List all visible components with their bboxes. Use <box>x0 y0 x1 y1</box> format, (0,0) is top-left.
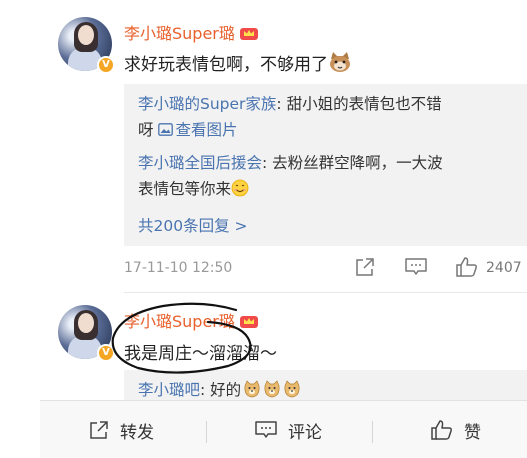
comment-label[interactable]: 评论 <box>288 418 322 443</box>
repost-button[interactable]: 转发 <box>88 401 154 458</box>
reply-separator: : <box>276 95 287 113</box>
post1-username-text[interactable]: 李小璐Super璐 <box>124 24 235 43</box>
comment-icon[interactable] <box>404 256 428 278</box>
post1-timestamp: 17-11-10 12:50 <box>124 260 233 276</box>
verified-v-icon: V <box>97 344 115 362</box>
post2-comment-text: 我是周庄～溜溜溜～ <box>124 344 277 364</box>
toolbar-divider <box>372 421 373 443</box>
reply-text: 呀 <box>138 121 159 139</box>
like-label[interactable]: 赞 <box>464 418 481 443</box>
post1-comment-body: 求好玩表情包啊，不够用了 <box>124 55 328 75</box>
comment-icon <box>255 421 277 438</box>
crown-level-icon <box>239 316 258 328</box>
reply-line: 表情包等你来 <box>138 176 518 202</box>
reply-line: 李小璐的Super家族: 甜小姐的表情包也不错 <box>138 91 518 117</box>
doge-emoji-icon <box>244 380 300 398</box>
reply-text: 好的 <box>210 381 242 399</box>
post2-username[interactable]: 李小璐Super璐 <box>124 308 259 332</box>
more-replies-link[interactable]: 共200条回复 > <box>138 214 248 236</box>
view-image-label[interactable]: 查看图片 <box>175 121 237 139</box>
reply-text: 甜小姐的表情包也不错 <box>286 95 442 113</box>
reply-item[interactable]: 李小璐全国后援会: 去粉丝群空降啊，一大波 表情包等你来 <box>138 150 518 202</box>
view-image-link[interactable]: 查看图片 <box>158 121 237 139</box>
cat-emoji-icon <box>330 52 350 72</box>
reply-line: 呀 查看图片 <box>138 117 518 143</box>
reply-line: 李小璐全国后援会: 去粉丝群空降啊，一大波 <box>138 150 518 176</box>
smile-emoji-icon <box>231 179 249 197</box>
bottom-toolbar: 转发 评论 赞 <box>40 400 527 458</box>
post1-reply-box: 李小璐的Super家族: 甜小姐的表情包也不错 呀 查看图片 李小璐全国后援会:… <box>124 84 527 246</box>
post1-comment-text: 求好玩表情包啊，不够用了 <box>124 50 352 75</box>
verified-v-icon: V <box>97 56 115 74</box>
thumbs-up-icon[interactable] <box>455 256 479 278</box>
like-count: 2407 <box>486 260 522 276</box>
reply-separator: : <box>262 154 273 172</box>
crown-level-icon <box>239 28 258 40</box>
toolbar-divider <box>206 421 207 443</box>
comment-button[interactable]: 评论 <box>254 401 322 458</box>
image-link-icon <box>158 123 174 136</box>
reply-author[interactable]: 李小璐的Super家族 <box>138 95 276 113</box>
thumbs-up-icon <box>431 420 452 440</box>
like-button[interactable]: 赞 <box>430 401 481 458</box>
reply-text: 表情包等你来 <box>138 180 232 198</box>
post1-username[interactable]: 李小璐Super璐 <box>124 20 259 44</box>
post2-username-text[interactable]: 李小璐Super璐 <box>124 312 235 331</box>
reply-author[interactable]: 李小璐全国后援会 <box>138 154 262 172</box>
reply-author[interactable]: 李小璐吧 <box>138 381 200 399</box>
post2-avatar[interactable]: V <box>58 305 115 362</box>
post1-avatar[interactable]: V <box>58 17 115 74</box>
share-icon <box>90 421 108 439</box>
repost-label[interactable]: 转发 <box>120 418 154 443</box>
reply-text: 去粉丝群空降啊，一大波 <box>272 154 443 172</box>
share-icon[interactable] <box>354 256 376 278</box>
reply-separator: : <box>200 381 211 399</box>
divider <box>124 292 527 293</box>
reply-item[interactable]: 李小璐的Super家族: 甜小姐的表情包也不错 呀 查看图片 <box>138 91 518 143</box>
